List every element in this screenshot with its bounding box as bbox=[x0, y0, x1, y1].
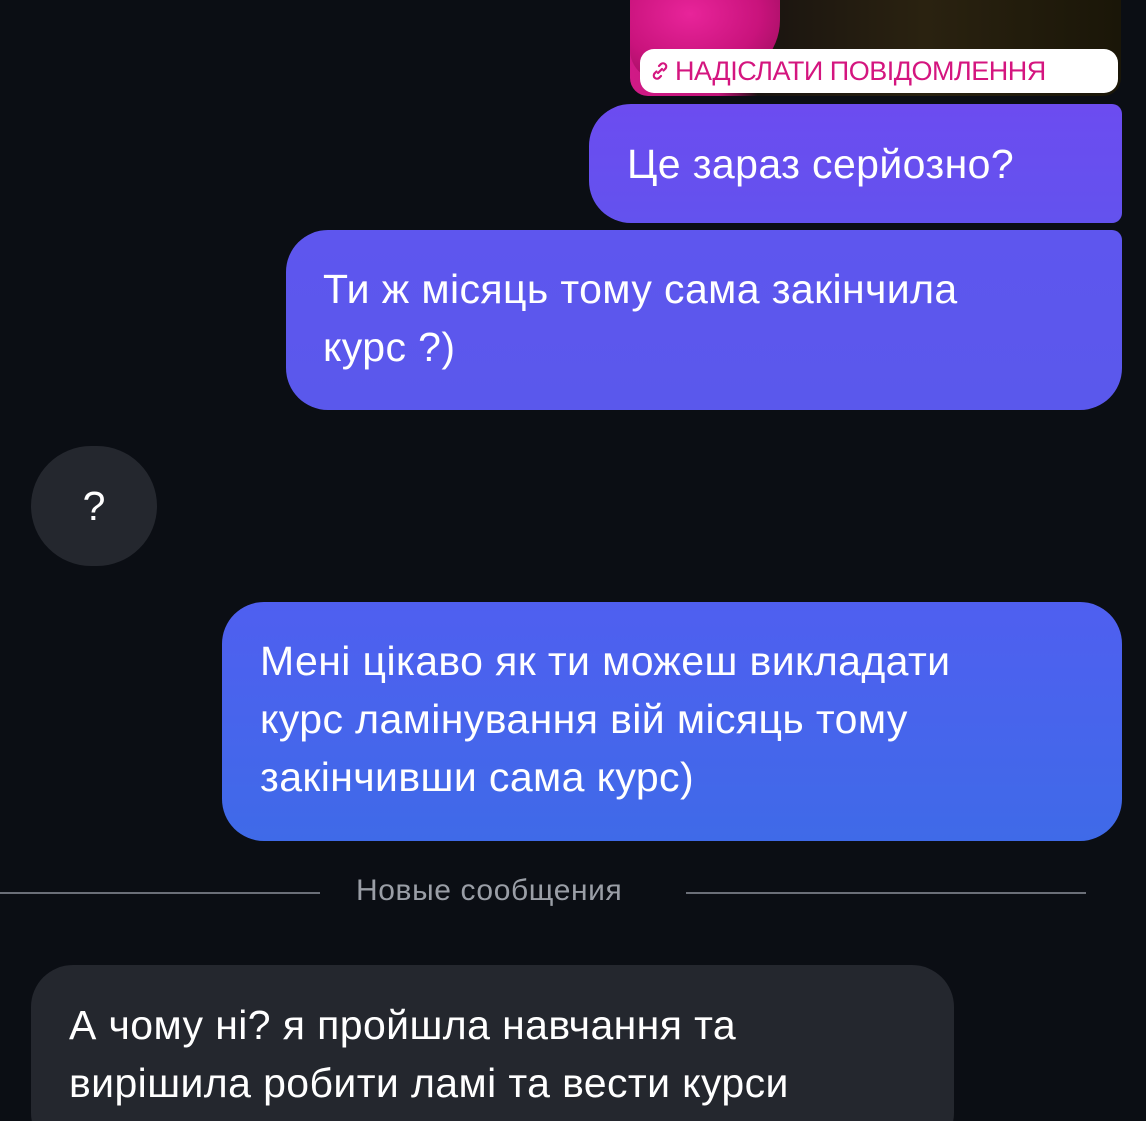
message-text: Це зараз серйозно? bbox=[627, 141, 1015, 187]
divider-line bbox=[686, 892, 1086, 894]
message-text: вирішила робити ламі та вести курси bbox=[69, 1060, 789, 1106]
divider-line bbox=[0, 892, 320, 894]
link-icon bbox=[648, 59, 672, 83]
message-text: закінчивши сама курс) bbox=[260, 754, 694, 800]
story-reply-badge[interactable]: НАДІСЛАТИ ПОВІДОМЛЕННЯ bbox=[640, 49, 1118, 93]
new-messages-divider: Новые сообщения bbox=[0, 870, 1146, 916]
message-text: А чому ні? я пройшла навчання та bbox=[69, 1002, 737, 1048]
story-reply-label: НАДІСЛАТИ ПОВІДОМЛЕННЯ bbox=[675, 55, 1046, 86]
divider-label: Новые сообщения bbox=[356, 874, 623, 907]
message-text: ? bbox=[82, 482, 106, 529]
message-text: курс ?) bbox=[323, 324, 456, 370]
message-bubble-incoming[interactable]: ? bbox=[31, 446, 157, 566]
message-text: Ти ж місяць тому сама закінчила bbox=[323, 266, 958, 312]
message-bubble-outgoing[interactable]: Мені цікаво як ти можеш викладати курс л… bbox=[222, 602, 1122, 841]
message-bubble-outgoing[interactable]: Це зараз серйозно? bbox=[589, 104, 1122, 223]
message-text: Мені цікаво як ти можеш викладати bbox=[260, 638, 951, 684]
message-bubble-outgoing[interactable]: Ти ж місяць тому сама закінчила курс ?) bbox=[286, 230, 1122, 410]
chat-screen: НАДІСЛАТИ ПОВІДОМЛЕННЯ Це зараз серйозно… bbox=[0, 0, 1146, 1121]
message-text: курс ламінування вій місяць тому bbox=[260, 696, 908, 742]
message-bubble-incoming[interactable]: А чому ні? я пройшла навчання та вирішил… bbox=[31, 965, 954, 1121]
